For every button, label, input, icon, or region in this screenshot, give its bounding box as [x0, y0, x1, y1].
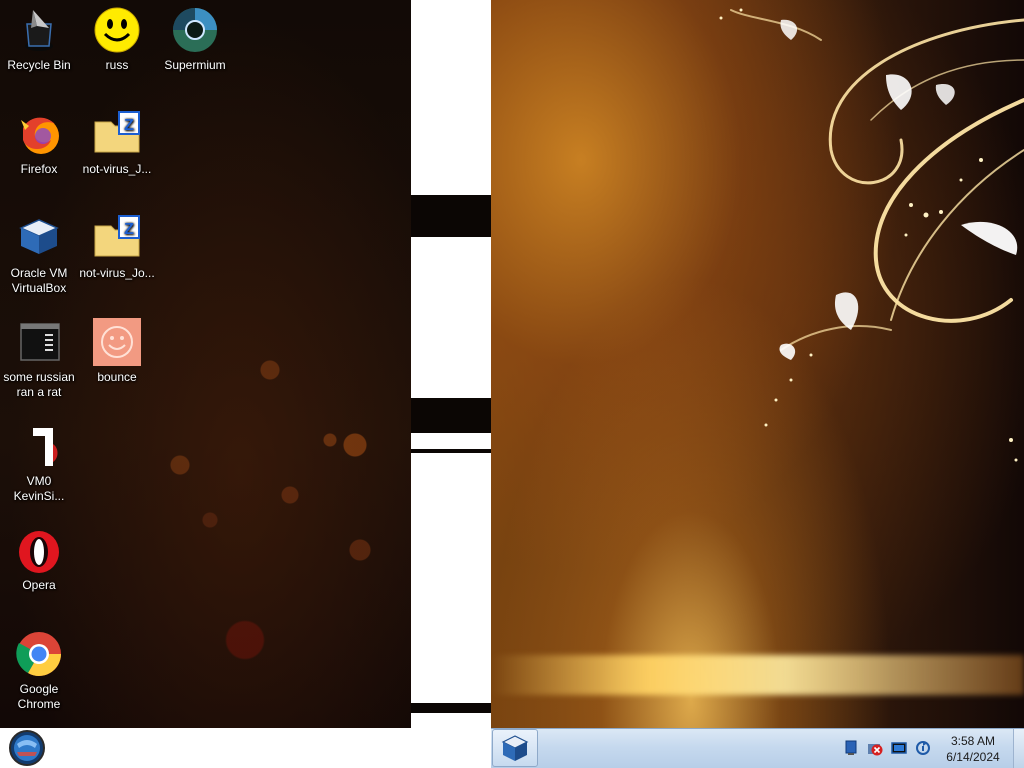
desktop-icon-label: not-virus_Jo...	[79, 266, 155, 280]
desktop-icon-opera[interactable]: Opera	[0, 526, 78, 593]
tray-monitor-button[interactable]	[891, 740, 907, 756]
desktop-icon-label: not-virus_J...	[82, 162, 152, 176]
desktop-icon-not-virus-2[interactable]: Z not-virus_Jo...	[78, 214, 156, 281]
desktop-icon-label: Recycle Bin	[7, 58, 71, 72]
taskbar-left-area	[0, 728, 491, 768]
desktop-icon-some-russian-ran-a-rat[interactable]: some russian ran a rat	[0, 318, 78, 400]
start-orb-icon	[9, 730, 45, 766]
smiley-icon	[93, 6, 141, 54]
virtualbox-icon	[15, 214, 63, 262]
desktop-icon-label: Oracle VM VirtualBox	[10, 266, 68, 295]
desktop-icon-label: bounce	[97, 370, 137, 384]
svg-text:Z: Z	[124, 117, 134, 134]
white-block	[411, 237, 491, 398]
show-desktop-button[interactable]	[1013, 729, 1024, 768]
white-block	[411, 453, 491, 703]
taskbar-clock[interactable]: 3:58 AM 6/14/2024	[936, 733, 1010, 765]
supermium-icon	[171, 6, 219, 54]
tray-sync-button[interactable]	[915, 740, 931, 756]
clock-date: 6/14/2024	[946, 750, 1000, 764]
svg-text:Z: Z	[124, 221, 134, 238]
tray-network-button[interactable]	[843, 740, 859, 756]
error-x-icon	[868, 744, 883, 756]
recycle-bin-icon	[15, 6, 63, 54]
desktop-icon-supermium[interactable]: Supermium	[156, 6, 234, 73]
desktop-icon-label: Google Chrome	[17, 682, 61, 711]
sync-icon	[916, 741, 930, 755]
firefox-icon	[15, 110, 63, 158]
desktop-icon-bounce[interactable]: bounce	[78, 318, 156, 385]
opera-icon	[15, 526, 63, 574]
shortcut-file-icon	[15, 422, 63, 470]
bounce-smiley-icon	[93, 318, 141, 366]
desktop-icon-russ[interactable]: russ	[78, 6, 156, 73]
taskbar-virtualbox-button[interactable]	[492, 729, 538, 767]
white-block	[411, 713, 491, 728]
desktop-icon-label: VM0 KevinSi...	[13, 474, 65, 503]
desktop-icon-firefox[interactable]: Firefox	[0, 110, 78, 177]
wallpaper-swirl	[719, 8, 1024, 462]
white-block	[411, 433, 491, 449]
desktop-icon-label: some russian ran a rat	[3, 370, 75, 399]
desktop: Recycle Bin russ Supermium Firefox Z not…	[0, 0, 1024, 768]
clock-time: 3:58 AM	[950, 734, 996, 748]
network-icon	[845, 740, 857, 755]
desktop-icon-recycle-bin[interactable]: Recycle Bin	[0, 6, 78, 73]
tray-error-button[interactable]	[867, 740, 883, 756]
virtualbox-icon	[501, 735, 529, 761]
desktop-icon-not-virus-1[interactable]: Z not-virus_J...	[78, 110, 156, 177]
console-app-icon	[15, 318, 63, 366]
desktop-icon-label: russ	[105, 58, 129, 72]
desktop-icon-virtualbox[interactable]: Oracle VM VirtualBox	[0, 214, 78, 296]
chrome-icon	[15, 630, 63, 678]
zip-folder-icon: Z	[93, 214, 141, 262]
zip-folder-icon: Z	[93, 110, 141, 158]
desktop-icon-google-chrome[interactable]: Google Chrome	[0, 630, 78, 712]
desktop-icon-label: Firefox	[20, 162, 58, 176]
wallpaper-right	[491, 0, 1024, 728]
desktop-icon-vm0[interactable]: VM0 KevinSi...	[0, 422, 78, 504]
desktop-icon-label: Opera	[22, 578, 56, 592]
start-button[interactable]	[5, 730, 49, 766]
monitor-icon	[891, 742, 907, 754]
desktop-icon-label: Supermium	[164, 58, 226, 72]
white-block	[411, 0, 491, 195]
